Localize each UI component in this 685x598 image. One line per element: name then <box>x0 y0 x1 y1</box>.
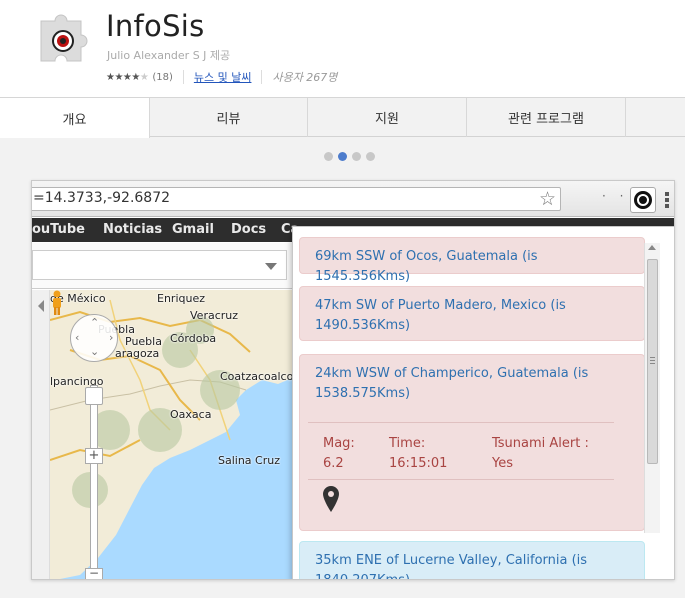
tab-support[interactable]: 지원 <box>308 98 467 137</box>
bookmark-docs[interactable]: Docs <box>231 222 266 237</box>
app-header: InfoSis Julio Alexander S J 제공 ★★★★★ (18… <box>0 0 685 98</box>
tab-overview[interactable]: 개요 <box>0 98 150 138</box>
zoom-in-button[interactable]: + <box>85 448 103 464</box>
divider <box>261 70 263 84</box>
divider <box>308 479 614 480</box>
carousel-dots <box>324 152 375 161</box>
quake-item[interactable]: 35km ENE of Lucerne Valley, California (… <box>299 541 645 579</box>
detail-tabs: 개요 리뷰 지원 관련 프로그램 <box>0 98 685 138</box>
map-label: Oaxaca <box>170 408 212 421</box>
app-author: Julio Alexander S J 제공 <box>107 49 231 62</box>
pan-right-icon[interactable]: › <box>109 331 113 344</box>
time-value: 16:15:01 <box>389 456 448 471</box>
zoom-slider[interactable] <box>90 385 98 570</box>
carousel-dot[interactable] <box>324 152 333 161</box>
zoom-out-button[interactable]: − <box>85 567 103 579</box>
browser-toolbar: =14.3733,-92.6872 ☆ · · <box>32 181 674 217</box>
map-label: aragoza <box>115 347 160 360</box>
mag-label: Mag: <box>323 436 355 451</box>
pegman-icon[interactable] <box>50 290 64 316</box>
mag-value: 6.2 <box>323 456 344 471</box>
menu-icon[interactable] <box>665 192 669 210</box>
map-search-bar <box>32 243 292 289</box>
map-view[interactable]: de México Enriquez Veracruz Puebla Puebl… <box>50 290 292 579</box>
carousel-dot[interactable] <box>366 152 375 161</box>
pan-control[interactable]: ⌃ ⌄ ‹ › <box>70 314 118 362</box>
quake-details: Mag: 6.2 Time: 16:15:01 Tsunami Alert : … <box>300 422 646 522</box>
zoom-reset-button[interactable] <box>85 387 103 405</box>
pan-up-icon[interactable]: ⌃ <box>90 316 99 329</box>
map-label: Veracruz <box>190 309 239 322</box>
quake-title[interactable]: 24km WSW of Champerico, Guatemala (is 15… <box>315 366 588 401</box>
carousel-dot-active[interactable] <box>338 152 347 161</box>
scroll-thumb[interactable] <box>647 259 658 464</box>
map-label: Salina Cruz <box>218 454 280 467</box>
tsunami-value: Yes <box>492 456 513 471</box>
grip-icon <box>650 357 655 366</box>
tab-related[interactable]: 관련 프로그램 <box>467 98 626 137</box>
map-side-panel <box>32 290 50 579</box>
url-bar[interactable]: =14.3733,-92.6872 <box>32 187 561 211</box>
bookmark-gmail[interactable]: Gmail <box>172 222 214 237</box>
time-label: Time: <box>389 436 426 451</box>
map-label: Córdoba <box>170 332 217 345</box>
toolbar-dots-icon: · · <box>602 189 629 203</box>
bookmark-noticias[interactable]: Noticias <box>103 222 162 237</box>
target-icon <box>634 191 652 209</box>
bookmark-youtube[interactable]: ouTube <box>32 222 85 237</box>
map-pin-icon[interactable] <box>323 486 339 512</box>
category-link[interactable]: 뉴스 및 날씨 <box>194 69 252 85</box>
quake-item[interactable]: 47km SW of Puerto Madero, Mexico (is 149… <box>299 286 645 341</box>
map-label: Coatzacoalcos <box>220 370 292 383</box>
rating-stars: ★★★★★ <box>106 71 149 83</box>
quake-item-expanded[interactable]: 24km WSW of Champerico, Guatemala (is 15… <box>299 354 645 531</box>
location-select[interactable] <box>32 250 287 280</box>
popup-scrollbar[interactable] <box>644 243 660 533</box>
bookmark-star-icon[interactable]: ☆ <box>539 188 556 210</box>
quake-title[interactable]: 69km SSW of Ocos, Guatemala (is 1545.356… <box>315 249 538 284</box>
tab-reviews[interactable]: 리뷰 <box>150 98 308 137</box>
map-label: Enriquez <box>157 292 205 305</box>
divider <box>182 70 184 84</box>
divider <box>308 422 614 423</box>
quake-title[interactable]: 47km SW of Puerto Madero, Mexico (is 149… <box>315 298 566 333</box>
extension-button[interactable] <box>630 187 656 213</box>
quake-item[interactable]: 69km SSW of Ocos, Guatemala (is 1545.356… <box>299 237 645 284</box>
quake-title[interactable]: 35km ENE of Lucerne Valley, California (… <box>315 553 587 579</box>
tsunami-label: Tsunami Alert : <box>492 436 589 451</box>
screenshot-frame: =14.3733,-92.6872 ☆ · · ouTube Noticias … <box>31 180 675 580</box>
app-icon <box>37 5 101 69</box>
rating-count[interactable]: (18) <box>152 72 173 83</box>
rating-row: ★★★★★ (18) 뉴스 및 날씨 사용자 267명 <box>106 69 337 85</box>
app-title: InfoSis <box>106 9 205 43</box>
carousel-dot[interactable] <box>352 152 361 161</box>
pan-down-icon[interactable]: ⌄ <box>90 345 99 358</box>
extension-popup: 69km SSW of Ocos, Guatemala (is 1545.356… <box>292 226 674 579</box>
chevron-down-icon[interactable] <box>265 263 277 270</box>
user-count: 사용자 267명 <box>272 71 338 84</box>
scroll-up-icon[interactable] <box>648 245 656 250</box>
pan-left-icon[interactable]: ‹ <box>75 331 79 344</box>
